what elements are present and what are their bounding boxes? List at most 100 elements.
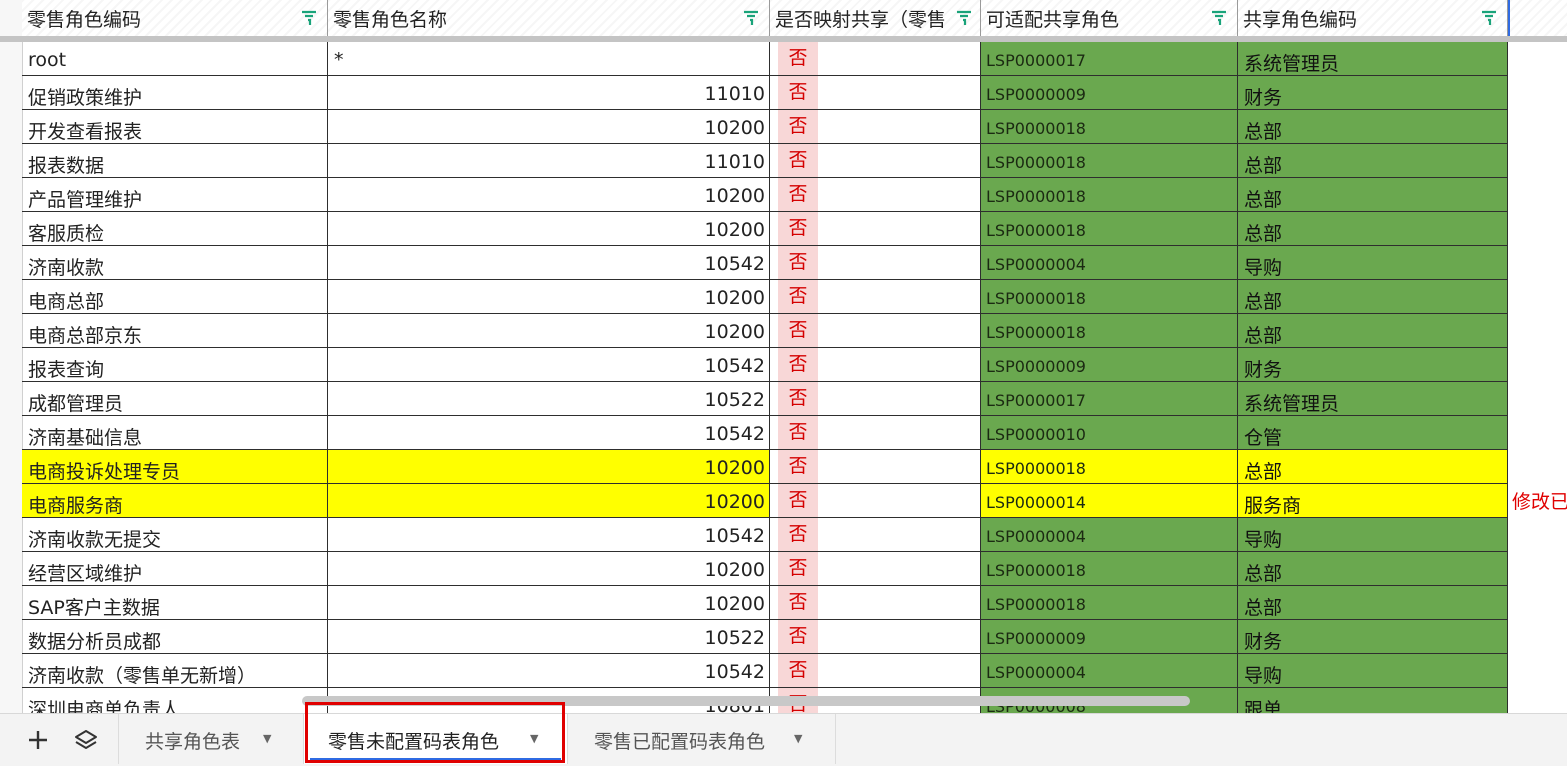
cell-role-name[interactable]: 10200 (328, 110, 770, 144)
cell-role-code[interactable]: 济南收款 (22, 246, 328, 280)
column-header-lsp[interactable]: 可适配共享角色 (981, 0, 1238, 36)
cell-mapped[interactable]: 否 (770, 280, 981, 314)
cell-mapped[interactable]: 否 (770, 246, 981, 280)
cell-role-name[interactable]: 10200 (328, 586, 770, 620)
tab-shared-roles[interactable]: 共享角色表 ▼ (118, 714, 304, 764)
cell-role-code[interactable]: 促销政策维护 (22, 76, 328, 110)
cell-role-code[interactable]: 深圳电商单负责人 (22, 688, 328, 713)
table-row[interactable]: 报表数据 11010 否 LSP0000018 总部 (22, 144, 1508, 178)
column-header-share[interactable]: 共享角色编码 (1238, 0, 1508, 36)
cell-mapped[interactable]: 否 (770, 654, 981, 688)
cell-role-name[interactable]: 10542 (328, 518, 770, 552)
cell-lsp-code[interactable]: LSP0000017 (981, 42, 1238, 76)
cell-role-name[interactable]: 10200 (328, 280, 770, 314)
table-row[interactable]: 电商服务商 10200 否 LSP0000014 服务商 (22, 484, 1508, 518)
table-row[interactable]: 开发查看报表 10200 否 LSP0000018 总部 (22, 110, 1508, 144)
cell-role-code[interactable]: 成都管理员 (22, 382, 328, 416)
cell-role-name[interactable]: 10200 (328, 212, 770, 246)
cell-role-code[interactable]: 济南基础信息 (22, 416, 328, 450)
cell-role-code[interactable]: 数据分析员成都 (22, 620, 328, 654)
caret-down-icon[interactable]: ▼ (263, 732, 271, 745)
cell-role-code[interactable]: 开发查看报表 (22, 110, 328, 144)
cell-role-code[interactable]: 客服质检 (22, 212, 328, 246)
table-row[interactable]: 促销政策维护 11010 否 LSP0000009 财务 (22, 76, 1508, 110)
cell-lsp-code[interactable]: LSP0000018 (981, 144, 1238, 178)
cell-role-code[interactable]: 报表查询 (22, 348, 328, 382)
table-row[interactable]: 电商总部 10200 否 LSP0000018 总部 (22, 280, 1508, 314)
table-row[interactable]: 产品管理维护 10200 否 LSP0000018 总部 (22, 178, 1508, 212)
cell-mapped[interactable]: 否 (770, 110, 981, 144)
filter-icon[interactable] (954, 8, 974, 28)
cell-share-role[interactable]: 仓管 (1238, 416, 1508, 450)
cell-lsp-code[interactable]: LSP0000018 (981, 314, 1238, 348)
cell-role-name[interactable]: 10200 (328, 484, 770, 518)
cell-mapped[interactable]: 否 (770, 314, 981, 348)
table-row[interactable]: 客服质检 10200 否 LSP0000018 总部 (22, 212, 1508, 246)
cell-lsp-code[interactable]: LSP0000018 (981, 110, 1238, 144)
cell-lsp-code[interactable]: LSP0000004 (981, 518, 1238, 552)
cell-lsp-code[interactable]: LSP0000018 (981, 552, 1238, 586)
cell-share-role[interactable]: 导购 (1238, 518, 1508, 552)
table-row[interactable]: 电商总部京东 10200 否 LSP0000018 总部 (22, 314, 1508, 348)
cell-mapped[interactable]: 否 (770, 586, 981, 620)
cell-share-role[interactable]: 总部 (1238, 144, 1508, 178)
cell-lsp-code[interactable]: LSP0000018 (981, 280, 1238, 314)
table-row[interactable]: 电商投诉处理专员 10200 否 LSP0000018 总部 (22, 450, 1508, 484)
tab-configured-roles[interactable]: 零售已配置码表角色 ▼ (568, 714, 836, 764)
table-row[interactable]: 济南收款无提交 10542 否 LSP0000004 导购 (22, 518, 1508, 552)
cell-mapped[interactable]: 否 (770, 620, 981, 654)
cell-lsp-code[interactable]: LSP0000010 (981, 416, 1238, 450)
column-header-name[interactable]: 零售角色名称 (328, 0, 770, 36)
spreadsheet-grid[interactable]: 零售角色编码 零售角色名称 是否映射共享（零售 可适配共享角色 共享角色编码 r… (0, 0, 1567, 713)
cell-mapped[interactable]: 否 (770, 416, 981, 450)
cell-role-name[interactable]: * (328, 42, 770, 76)
cell-role-code[interactable]: 电商总部京东 (22, 314, 328, 348)
cell-mapped[interactable]: 否 (770, 42, 981, 76)
cell-role-name[interactable]: 10200 (328, 450, 770, 484)
table-row[interactable]: 济南收款（零售单无新增） 10542 否 LSP0000004 导购 (22, 654, 1508, 688)
cell-share-role[interactable]: 总部 (1238, 552, 1508, 586)
cell-mapped[interactable]: 否 (770, 484, 981, 518)
table-row[interactable]: 报表查询 10542 否 LSP0000009 财务 (22, 348, 1508, 382)
cell-lsp-code[interactable]: LSP0000018 (981, 586, 1238, 620)
column-header-code[interactable]: 零售角色编码 (22, 0, 328, 36)
cell-role-code[interactable]: root (22, 42, 328, 76)
cell-role-code[interactable]: 济南收款（零售单无新增） (22, 654, 328, 688)
column-header-mapped[interactable]: 是否映射共享（零售 (770, 0, 981, 36)
cell-role-name[interactable]: 10542 (328, 654, 770, 688)
cell-lsp-code[interactable]: LSP0000004 (981, 246, 1238, 280)
cell-mapped[interactable]: 否 (770, 552, 981, 586)
side-note[interactable]: 修改已 (1512, 487, 1567, 514)
cell-role-code[interactable]: 经营区域维护 (22, 552, 328, 586)
cell-mapped[interactable]: 否 (770, 178, 981, 212)
cell-mapped[interactable]: 否 (770, 450, 981, 484)
plus-icon[interactable] (24, 726, 52, 754)
cell-lsp-code[interactable]: LSP0000004 (981, 654, 1238, 688)
cell-lsp-code[interactable]: LSP0000009 (981, 76, 1238, 110)
cell-role-code[interactable]: 电商总部 (22, 280, 328, 314)
cell-share-role[interactable]: 总部 (1238, 450, 1508, 484)
cell-role-name[interactable]: 10542 (328, 348, 770, 382)
cell-share-role[interactable]: 导购 (1238, 654, 1508, 688)
filter-icon[interactable] (299, 8, 319, 28)
cell-role-name[interactable]: 10542 (328, 416, 770, 450)
cell-role-code[interactable]: 产品管理维护 (22, 178, 328, 212)
cell-role-name[interactable]: 11010 (328, 76, 770, 110)
cell-share-role[interactable]: 财务 (1238, 620, 1508, 654)
cell-role-name[interactable]: 10522 (328, 382, 770, 416)
cell-lsp-code[interactable]: LSP0000018 (981, 450, 1238, 484)
cell-share-role[interactable]: 跟单 (1238, 688, 1508, 713)
cell-share-role[interactable]: 总部 (1238, 110, 1508, 144)
table-row[interactable]: 经营区域维护 10200 否 LSP0000018 总部 (22, 552, 1508, 586)
table-row[interactable]: 济南收款 10542 否 LSP0000004 导购 (22, 246, 1508, 280)
cell-share-role[interactable]: 服务商 (1238, 484, 1508, 518)
filter-icon[interactable] (1209, 8, 1229, 28)
cell-mapped[interactable]: 否 (770, 212, 981, 246)
cell-role-code[interactable]: 报表数据 (22, 144, 328, 178)
column-header-empty[interactable] (1508, 0, 1567, 36)
cell-mapped[interactable]: 否 (770, 382, 981, 416)
cell-share-role[interactable]: 总部 (1238, 314, 1508, 348)
cell-role-name[interactable]: 10200 (328, 552, 770, 586)
table-row[interactable]: 成都管理员 10522 否 LSP0000017 系统管理员 (22, 382, 1508, 416)
cell-lsp-code[interactable]: LSP0000009 (981, 620, 1238, 654)
